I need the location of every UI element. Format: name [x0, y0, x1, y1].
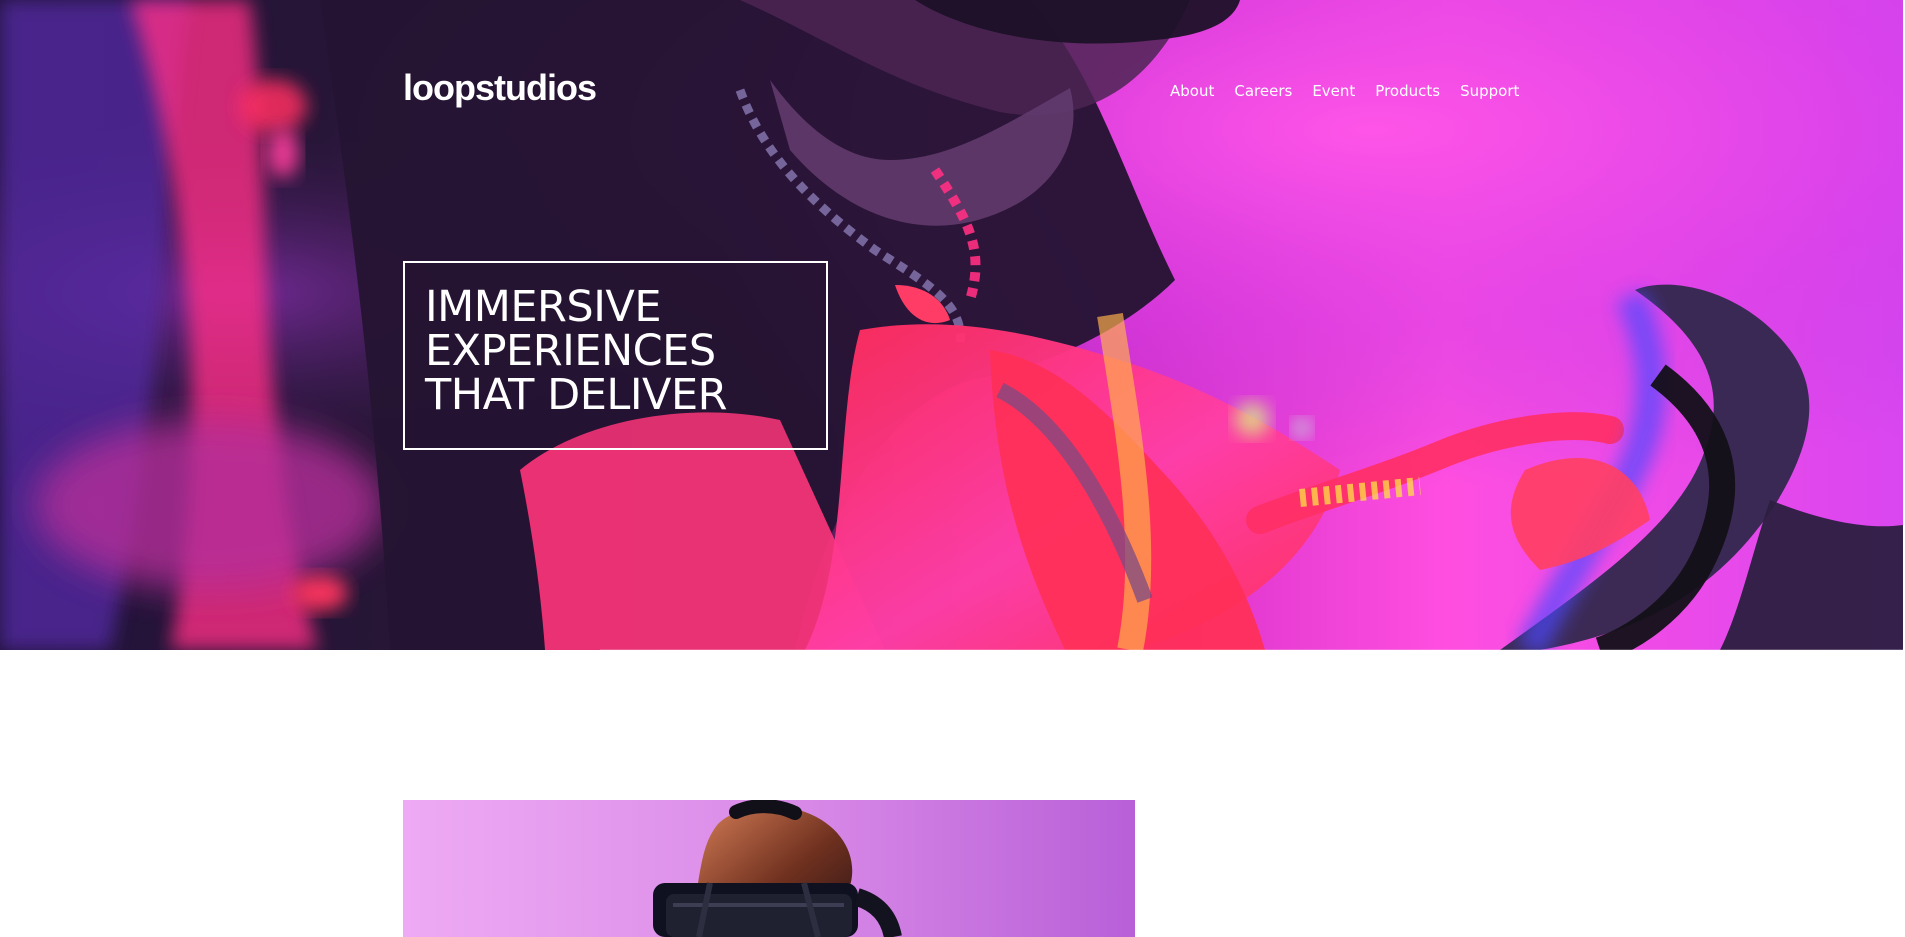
nav-item-support: Support: [1460, 80, 1519, 102]
hero-headline-box: IMMERSIVE EXPERIENCES THAT DELIVER: [403, 261, 828, 450]
hero-background-image: [0, 0, 1903, 650]
hero-headline: IMMERSIVE EXPERIENCES THAT DELIVER: [425, 282, 728, 420]
nav-link-support[interactable]: Support: [1460, 82, 1519, 100]
nav-link-event[interactable]: Event: [1312, 82, 1355, 100]
vr-headset-image: [403, 800, 1135, 937]
page: loopstudios About Careers Event Products…: [0, 0, 1905, 937]
nav-list: About Careers Event Products Support: [1170, 80, 1519, 102]
nav-item-about: About: [1170, 80, 1214, 102]
vr-feature-image: [403, 800, 1135, 937]
nav-link-about[interactable]: About: [1170, 82, 1214, 100]
nav-item-event: Event: [1312, 80, 1355, 102]
nav-link-careers[interactable]: Careers: [1234, 82, 1292, 100]
nav-item-careers: Careers: [1234, 80, 1292, 102]
nav-link-products[interactable]: Products: [1375, 82, 1440, 100]
nav-item-products: Products: [1375, 80, 1440, 102]
logo[interactable]: loopstudios: [403, 66, 597, 110]
hero-section: loopstudios About Careers Event Products…: [0, 0, 1903, 650]
